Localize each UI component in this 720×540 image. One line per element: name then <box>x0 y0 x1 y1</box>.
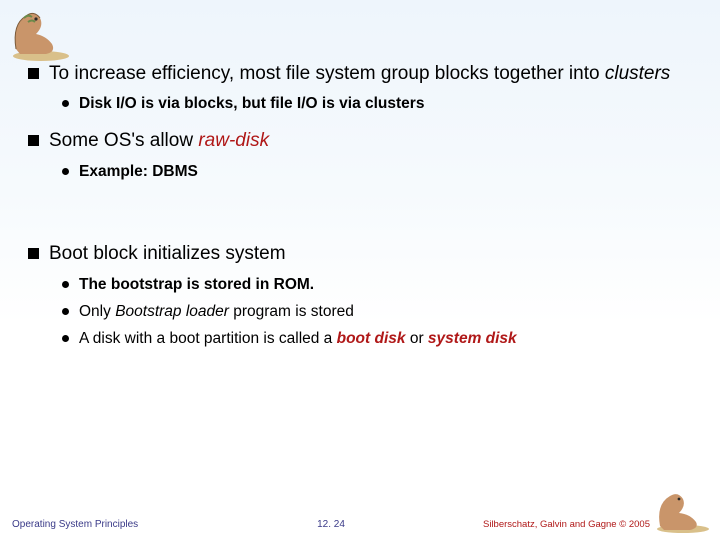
text-fragment: To increase efficiency, most file system… <box>49 63 605 84</box>
emphasis-boot-disk: boot disk <box>337 330 406 347</box>
round-bullet-icon <box>62 168 69 175</box>
text-fragment: A disk with a boot partition is called a <box>79 330 337 347</box>
square-bullet-icon <box>28 68 39 79</box>
text-fragment: Only <box>79 303 115 320</box>
footer-left: Operating System Principles <box>12 519 138 530</box>
bullet-text: Some OS's allow raw-disk <box>49 129 696 153</box>
subbullet-dbms: Example: DBMS <box>62 162 696 183</box>
round-bullet-icon <box>62 100 69 107</box>
bullet-text: To increase efficiency, most file system… <box>49 62 696 86</box>
slide-content: To increase efficiency, most file system… <box>28 62 696 356</box>
subbullet-bootstrap-rom: The bootstrap is stored in ROM. <box>62 275 696 296</box>
square-bullet-icon <box>28 248 39 259</box>
text-fragment: or <box>406 330 428 347</box>
emphasis-raw-disk: raw-disk <box>198 130 269 151</box>
subbullet-text: Only Bootstrap loader program is stored <box>79 302 696 323</box>
bullet-raw-disk: Some OS's allow raw-disk <box>28 129 696 153</box>
subbullet-bootstrap-loader: Only Bootstrap loader program is stored <box>62 302 696 323</box>
subbullet-text: A disk with a boot partition is called a… <box>79 329 696 350</box>
subbullet-disk-io: Disk I/O is via blocks, but file I/O is … <box>62 94 696 115</box>
emphasis-bootstrap-loader: Bootstrap loader <box>115 303 229 320</box>
dinosaur-bottom-illustration <box>652 486 714 534</box>
text-fragment: program is stored <box>229 303 354 320</box>
subbullet-text: Example: DBMS <box>79 162 696 183</box>
footer-page-number: 12. 24 <box>317 519 345 530</box>
emphasis-system-disk: system disk <box>428 330 517 347</box>
round-bullet-icon <box>62 281 69 288</box>
subbullet-boot-disk: A disk with a boot partition is called a… <box>62 329 696 350</box>
slide-footer: Operating System Principles 12. 24 Silbe… <box>12 519 650 530</box>
bullet-boot-block: Boot block initializes system <box>28 242 696 266</box>
text-fragment: Some OS's allow <box>49 130 198 151</box>
footer-copyright: Silberschatz, Galvin and Gagne © 2005 <box>483 519 650 530</box>
square-bullet-icon <box>28 135 39 146</box>
subbullet-text: The bootstrap is stored in ROM. <box>79 275 696 296</box>
dinosaur-top-illustration <box>6 4 76 62</box>
round-bullet-icon <box>62 308 69 315</box>
emphasis-clusters: clusters <box>605 63 670 84</box>
round-bullet-icon <box>62 335 69 342</box>
subbullet-text: Disk I/O is via blocks, but file I/O is … <box>79 94 696 115</box>
bullet-clusters: To increase efficiency, most file system… <box>28 62 696 86</box>
bullet-text: Boot block initializes system <box>49 242 696 266</box>
